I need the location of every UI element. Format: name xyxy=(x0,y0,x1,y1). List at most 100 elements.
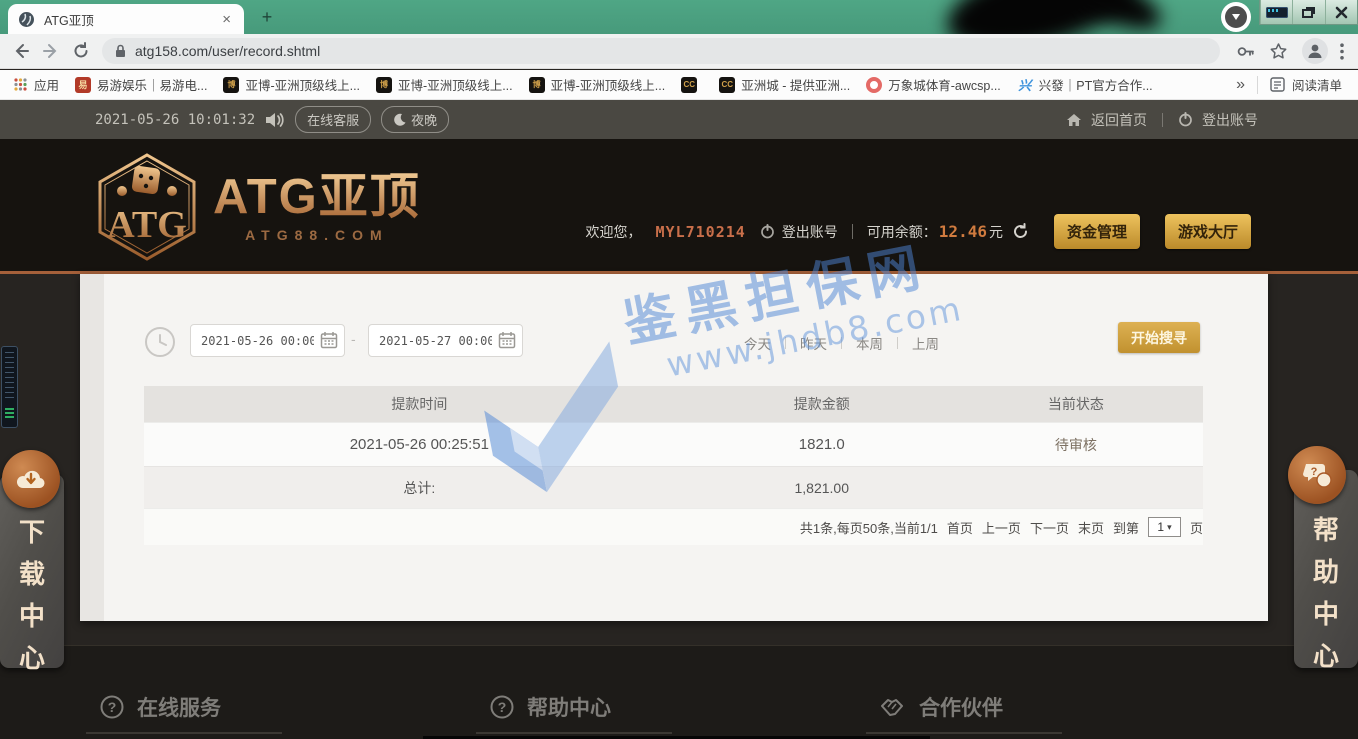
pagination-last[interactable]: 末页 xyxy=(1078,518,1104,537)
quick-filter-thisweek[interactable]: 本周 xyxy=(842,333,897,353)
logout-link[interactable]: 登出账号 xyxy=(782,222,838,242)
browser-tab[interactable]: ATG亚顶 × xyxy=(8,4,244,34)
minimize-button[interactable] xyxy=(1260,0,1292,24)
chat-question-icon: ? xyxy=(1302,461,1332,489)
footer-help-center: ? 帮助中心 xyxy=(490,692,611,722)
footer-partners: 合作伙伴 xyxy=(880,692,1003,722)
browser-menu-icon[interactable] xyxy=(1340,43,1344,60)
bookmark-label: 亚博-亚洲顶级线上... xyxy=(245,75,360,94)
handshake-icon xyxy=(880,696,906,718)
balance-label: 可用余额： xyxy=(867,222,937,242)
logo-subtitle: ATG88.COM xyxy=(213,227,421,243)
bookmarks-overflow-icon[interactable]: » xyxy=(1236,76,1245,94)
close-window-button[interactable] xyxy=(1325,0,1357,24)
back-button[interactable] xyxy=(12,42,30,60)
url-input[interactable]: atg158.com/user/record.shtml xyxy=(102,38,1220,64)
pagination-prev[interactable]: 上一页 xyxy=(982,518,1021,537)
power-icon xyxy=(760,224,775,239)
forward-button[interactable] xyxy=(42,42,60,60)
balance-unit: 元 xyxy=(989,222,1003,242)
search-button[interactable]: 开始搜寻 xyxy=(1118,322,1200,353)
total-label: 总计: xyxy=(144,478,695,498)
restore-button[interactable] xyxy=(1292,0,1324,24)
table-header-row: 提款时间 提款金额 当前状态 xyxy=(144,386,1203,422)
online-service-button[interactable]: 在线客服 xyxy=(295,106,371,133)
bookmark-item[interactable]: 易 易游娱乐｜易游电... xyxy=(75,75,207,94)
site-topbar: 2021-05-26 10:01:32 在线客服 夜晚 返回首页 登出账号 xyxy=(0,100,1358,139)
reload-button[interactable] xyxy=(72,42,90,60)
calendar-icon[interactable] xyxy=(498,331,516,349)
night-mode-button[interactable]: 夜晚 xyxy=(381,106,449,133)
quick-filter-yesterday[interactable]: 昨天 xyxy=(786,333,841,353)
browser-tabbar: ATG亚顶 × + xyxy=(0,0,1358,34)
date-from-field xyxy=(190,324,345,357)
cell-withdraw-time: 2021-05-26 00:25:51 xyxy=(144,436,695,453)
bookmark-apps[interactable]: 应用 xyxy=(12,75,59,94)
footer-divider xyxy=(866,732,1062,734)
col-header-status: 当前状态 xyxy=(949,394,1203,414)
site-footer: ? 在线服务 ? 帮助中心 合作伙伴 xyxy=(0,645,1358,739)
cc-icon: CC xyxy=(719,77,735,93)
cc-icon: CC xyxy=(681,77,697,93)
page-select[interactable]: 1 ▾ xyxy=(1148,517,1181,537)
avatar[interactable] xyxy=(1302,38,1328,64)
bo-icon: 博 xyxy=(529,77,545,93)
question-circle-icon: ? xyxy=(100,695,124,719)
help-center-icon-circle[interactable]: ? xyxy=(1288,446,1346,504)
site-logo[interactable]: ATG ATG亚顶 ATG88.COM xyxy=(95,151,421,263)
pagination-first[interactable]: 首页 xyxy=(947,518,973,537)
pagination-next[interactable]: 下一页 xyxy=(1030,518,1069,537)
goto-page-suffix: 页 xyxy=(1190,518,1203,537)
bookmark-item[interactable]: 博 亚博-亚洲顶级线上... xyxy=(376,75,513,94)
divider xyxy=(852,224,853,239)
yiyou-icon: 易 xyxy=(75,77,91,93)
mini-widget-indicator xyxy=(5,408,14,420)
screen: ATG亚顶 × + atg158.com/user/record.shtml xyxy=(0,0,1358,739)
online-service-label: 在线客服 xyxy=(307,110,359,129)
bookmark-item[interactable]: CC xyxy=(681,77,703,93)
tab-title: ATG亚顶 xyxy=(44,10,219,29)
bookmark-item[interactable]: CC 亚洲城 - 提供亚洲... xyxy=(719,75,850,94)
footer-title: 在线服务 xyxy=(137,692,221,722)
bookmark-item[interactable]: 万象城体育-awcsp... xyxy=(866,75,1001,94)
tab-close-icon[interactable]: × xyxy=(219,11,234,28)
edge-mini-widget[interactable] xyxy=(1,346,18,428)
site-favicon-icon xyxy=(18,11,35,28)
table-row: 2021-05-26 00:25:51 1821.0 待审核 xyxy=(144,422,1203,466)
footer-title: 帮助中心 xyxy=(527,692,611,722)
key-icon[interactable] xyxy=(1236,42,1255,61)
quick-filter-today[interactable]: 今天 xyxy=(730,333,785,353)
bookmark-item[interactable]: 博 亚博-亚洲顶级线上... xyxy=(529,75,666,94)
back-home-link[interactable]: 返回首页 xyxy=(1091,110,1147,130)
restore-icon xyxy=(1302,9,1313,18)
record-panel: - 今天 昨天 本周 上周 开始搜寻 提款时间 提款金额 xyxy=(80,274,1268,621)
reading-list-button[interactable]: 阅读清单 xyxy=(1270,75,1342,94)
minimize-icon xyxy=(1266,7,1288,18)
page-select-value: 1 xyxy=(1157,520,1164,534)
bookmark-label: 万象城体育-awcsp... xyxy=(888,75,1001,94)
url-text: atg158.com/user/record.shtml xyxy=(135,43,320,59)
bookmark-star-icon[interactable] xyxy=(1269,42,1288,61)
refresh-icon[interactable] xyxy=(1012,223,1029,240)
divider xyxy=(1162,113,1163,127)
bookmark-item[interactable]: 兴 兴發｜PT官方合作... xyxy=(1017,75,1153,94)
logout-link[interactable]: 登出账号 xyxy=(1202,110,1258,130)
logo-hexagon-icon: ATG xyxy=(95,151,199,263)
browser-urlbar: atg158.com/user/record.shtml xyxy=(0,34,1358,69)
game-lobby-button[interactable]: 游戏大厅 xyxy=(1165,214,1251,249)
download-center-icon-circle[interactable] xyxy=(2,450,60,508)
calendar-icon[interactable] xyxy=(320,331,338,349)
new-tab-button[interactable]: + xyxy=(256,7,278,29)
current-datetime: 2021-05-26 10:01:32 xyxy=(95,112,255,128)
speaker-icon[interactable] xyxy=(265,112,285,128)
funds-management-button[interactable]: 资金管理 xyxy=(1054,214,1140,249)
bookmark-label: 亚博-亚洲顶级线上... xyxy=(551,75,666,94)
table-total-row: 总计: 1,821.00 xyxy=(144,466,1203,508)
footer-title: 合作伙伴 xyxy=(919,692,1003,722)
bookmark-item[interactable]: 博 亚博-亚洲顶级线上... xyxy=(223,75,360,94)
divider xyxy=(1257,76,1258,94)
cell-withdraw-status: 待审核 xyxy=(949,435,1203,455)
home-icon xyxy=(1066,113,1082,127)
toolbar-toggle-button[interactable] xyxy=(1221,2,1251,32)
quick-filter-lastweek[interactable]: 上周 xyxy=(898,333,953,353)
